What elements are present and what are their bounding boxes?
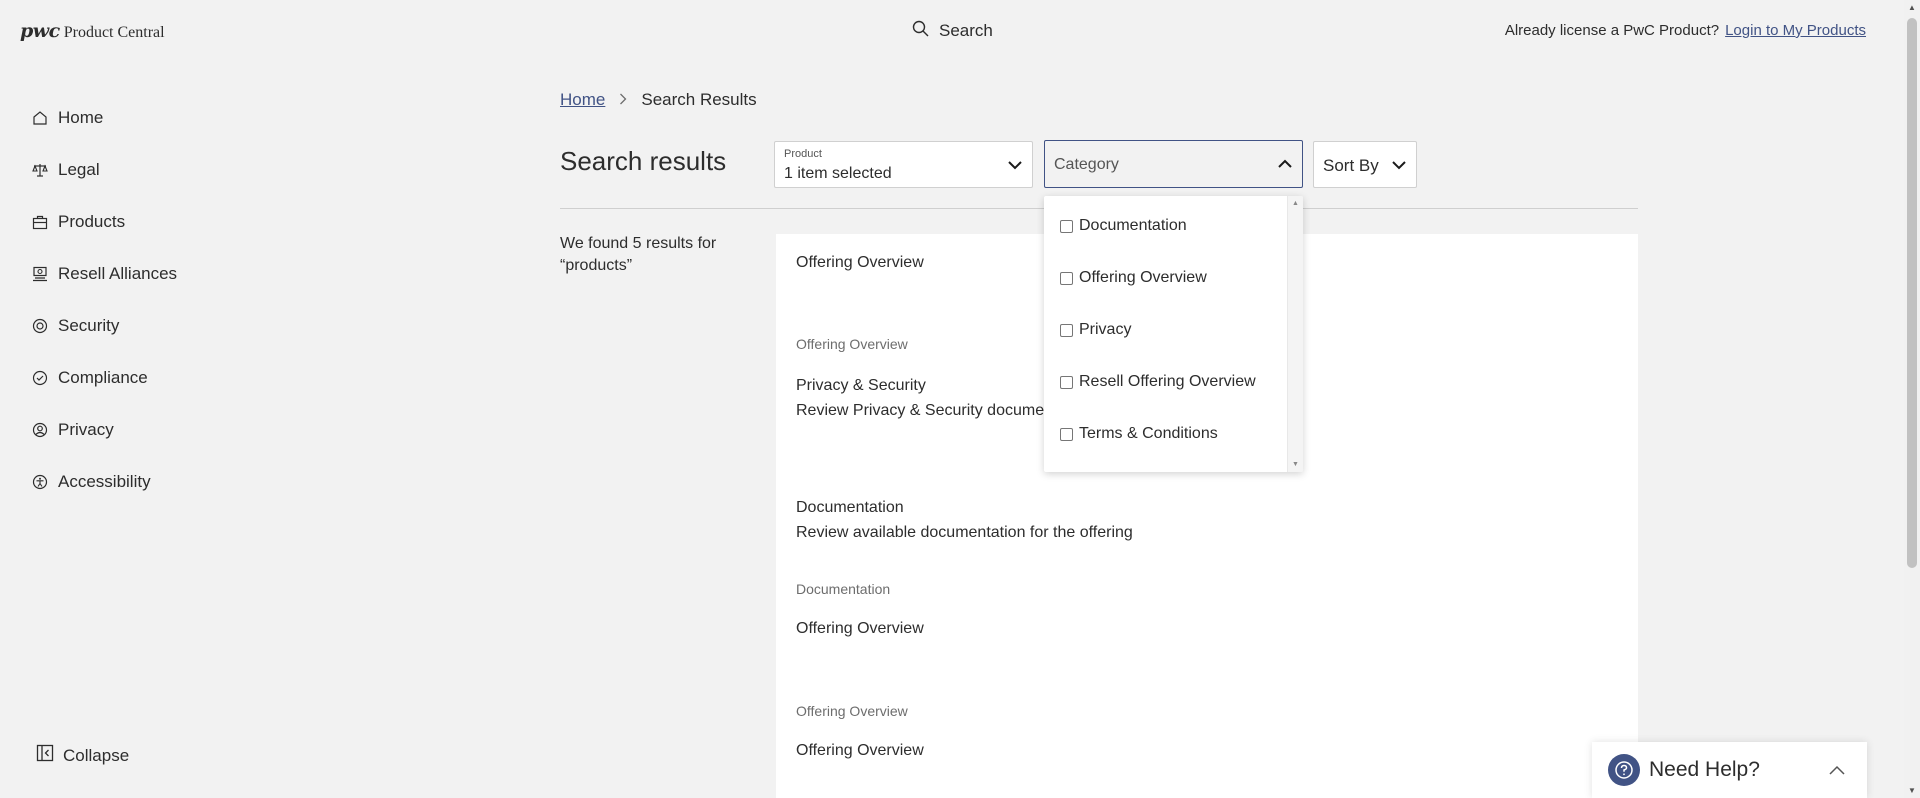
breadcrumb-current: Search Results	[641, 90, 757, 109]
need-help-widget[interactable]: Need Help?	[1592, 742, 1867, 798]
checkbox[interactable]	[1060, 375, 1073, 389]
scale-icon	[32, 162, 48, 178]
chevron-down-icon	[1391, 157, 1407, 178]
result-item[interactable]: Offering Overview	[796, 254, 924, 272]
checkbox[interactable]	[1060, 427, 1073, 441]
category-option-label: Offering Overview	[1079, 269, 1207, 286]
sidebar-nav: Home Legal Products Resell Alliances Sec…	[0, 92, 300, 508]
sidebar-item-label: Legal	[58, 160, 100, 179]
sidebar-item-privacy[interactable]: Privacy	[0, 404, 300, 456]
category-option-label: Resell Offering Overview	[1079, 373, 1256, 390]
shield-icon	[32, 318, 48, 334]
collapse-label: Collapse	[63, 745, 130, 765]
logo-text: Product Central	[63, 24, 165, 41]
sort-by-select[interactable]: Sort By	[1313, 141, 1417, 188]
category-option-offering-overview[interactable]: Offering Overview	[1060, 269, 1207, 287]
result-description: Review available documentation for the o…	[796, 524, 1133, 541]
result-category: Offering Overview	[796, 336, 908, 352]
result-item[interactable]: Documentation Review available documenta…	[796, 499, 1133, 542]
scroll-down-arrow-icon[interactable]: ▼	[1292, 461, 1299, 468]
product-filter-label: Product	[784, 148, 822, 160]
sidebar-item-compliance[interactable]: Compliance	[0, 352, 300, 404]
result-title[interactable]: Documentation	[796, 499, 1133, 517]
category-filter-select[interactable]: Category	[1044, 140, 1303, 188]
resell-icon	[32, 266, 48, 282]
chevron-right-icon	[619, 90, 627, 110]
scroll-up-arrow-icon[interactable]: ▲	[1908, 3, 1916, 12]
result-category: Documentation	[796, 581, 891, 597]
product-filter-select[interactable]: Product 1 item selected	[774, 141, 1033, 188]
chevron-up-icon	[1277, 156, 1293, 177]
sidebar-item-label: Home	[58, 108, 104, 127]
checkbox[interactable]	[1060, 323, 1073, 337]
checkbox[interactable]	[1060, 219, 1073, 233]
product-filter-value: 1 item selected	[784, 165, 892, 182]
scroll-up-arrow-icon[interactable]: ▲	[1292, 200, 1299, 207]
category-option-privacy[interactable]: Privacy	[1060, 321, 1131, 339]
chevron-up-icon[interactable]	[1829, 762, 1845, 780]
top-header: pwc Product Central Search Already licen…	[0, 0, 1904, 64]
result-item[interactable]: Offering Overview	[796, 742, 924, 760]
search-icon	[912, 20, 929, 42]
result-title[interactable]: Offering Overview	[796, 620, 924, 638]
category-option-terms-conditions[interactable]: Terms & Conditions	[1060, 425, 1218, 443]
category-option-label: Documentation	[1079, 217, 1187, 234]
sidebar-item-label: Accessibility	[58, 472, 151, 491]
category-option-label: Privacy	[1079, 321, 1132, 338]
breadcrumb: Home Search Results	[560, 90, 757, 110]
check-circle-icon	[32, 370, 48, 386]
category-dropdown-menu: Documentation Offering Overview Privacy …	[1044, 196, 1303, 472]
summary-suffix: results for	[641, 235, 717, 252]
logo-mark: pwc	[20, 20, 60, 42]
accessibility-icon	[32, 474, 48, 490]
help-icon	[1608, 754, 1640, 786]
scroll-down-arrow-icon[interactable]: ▼	[1908, 786, 1916, 795]
person-icon	[32, 422, 48, 438]
login-area: Already license a PwC Product? Login to M…	[1505, 22, 1866, 39]
sidebar-item-products[interactable]: Products	[0, 196, 300, 248]
category-option-resell-offering-overview[interactable]: Resell Offering Overview	[1060, 373, 1256, 391]
scrollbar-thumb[interactable]	[1907, 18, 1917, 568]
home-icon	[32, 110, 48, 126]
results-summary: We found 5 results for “products”	[560, 233, 740, 277]
sidebar-item-security[interactable]: Security	[0, 300, 300, 352]
summary-prefix: We found	[560, 235, 633, 252]
dropdown-scrollbar[interactable]: ▲ ▼	[1287, 196, 1303, 472]
sidebar-item-resell-alliances[interactable]: Resell Alliances	[0, 248, 300, 300]
chevron-down-icon	[1007, 157, 1023, 178]
results-count: 5	[632, 235, 642, 252]
need-help-label: Need Help?	[1649, 758, 1760, 781]
sidebar-item-label: Security	[58, 316, 120, 335]
sidebar-item-label: Compliance	[58, 368, 148, 387]
sidebar-item-home[interactable]: Home	[0, 92, 300, 144]
collapse-button[interactable]: Collapse	[36, 744, 129, 767]
page-title: Search results	[560, 146, 727, 176]
collapse-icon	[36, 744, 54, 767]
page-scrollbar[interactable]: ▲ ▼	[1904, 0, 1920, 798]
category-filter-placeholder: Category	[1054, 156, 1119, 173]
pwc-logo[interactable]: pwc Product Central	[20, 20, 165, 42]
sidebar-item-label: Privacy	[58, 420, 114, 439]
category-option-label: Terms & Conditions	[1079, 425, 1218, 442]
sidebar-item-label: Products	[58, 212, 126, 231]
login-prompt: Already license a PwC Product?	[1504, 22, 1720, 39]
search-query: “products”	[560, 257, 633, 274]
breadcrumb-home-link[interactable]: Home	[560, 90, 605, 110]
header-search[interactable]: Search	[912, 20, 993, 42]
sort-by-label: Sort By	[1323, 156, 1379, 175]
briefcase-icon	[32, 214, 48, 230]
result-item[interactable]: Offering Overview	[796, 620, 924, 638]
checkbox[interactable]	[1060, 271, 1073, 285]
result-title[interactable]: Offering Overview	[796, 742, 924, 760]
login-link[interactable]: Login to My Products	[1725, 22, 1866, 39]
result-category: Offering Overview	[796, 703, 908, 719]
sidebar-item-legal[interactable]: Legal	[0, 144, 300, 196]
sidebar-item-accessibility[interactable]: Accessibility	[0, 456, 300, 508]
search-label: Search	[939, 21, 993, 40]
result-title[interactable]: Offering Overview	[796, 254, 924, 272]
sidebar-item-label: Resell Alliances	[58, 264, 178, 283]
category-option-documentation[interactable]: Documentation	[1060, 217, 1187, 235]
